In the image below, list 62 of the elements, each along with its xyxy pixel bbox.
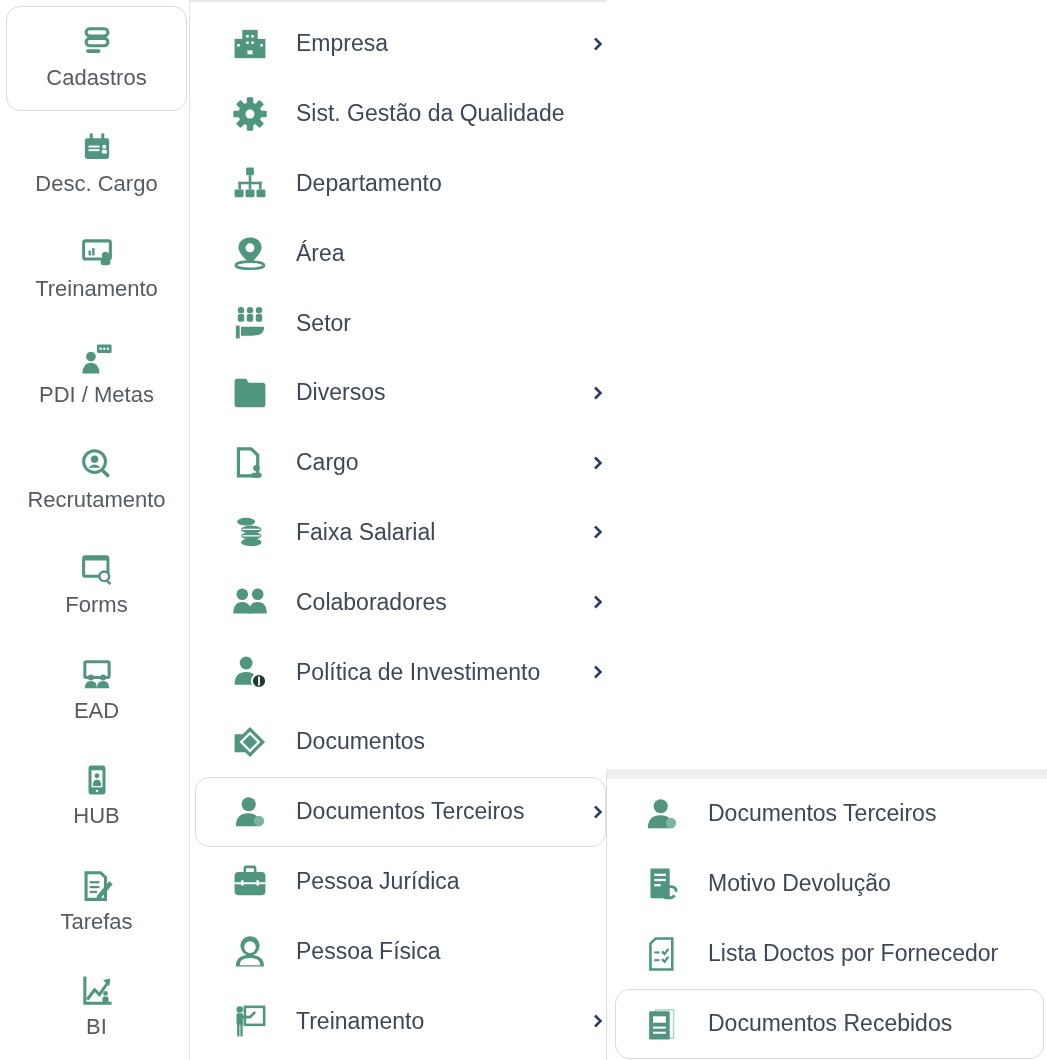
sidebar-label: Cadastros <box>46 65 147 92</box>
map-pin-icon <box>232 235 268 272</box>
sidebar-label: Recrutamento <box>27 487 166 514</box>
menu-label: Setor <box>296 309 351 337</box>
sidebar-label: HUB <box>73 803 120 830</box>
menu-label: Política de Investimento <box>296 658 541 686</box>
menu-item[interactable]: Documentos <box>195 706 606 777</box>
submenu-label: Documentos Terceiros <box>708 800 937 828</box>
sidebar-item[interactable]: Cadastros <box>6 6 187 111</box>
submenu-item[interactable]: Documentos Recebidos <box>615 988 1044 1059</box>
menu-label: Pessoa Física <box>296 937 441 965</box>
menu-item[interactable]: Pessoa Física <box>195 916 606 987</box>
submenu-label: Lista Doctos por Fornecedor <box>708 940 999 968</box>
menu-label: Pessoa Jurídica <box>296 867 460 895</box>
sidebar-item[interactable]: Tarefas <box>6 849 187 955</box>
menu-label: Colaboradores <box>296 588 447 616</box>
menu-item[interactable]: Política de Investimento <box>195 637 606 707</box>
sidebar-item[interactable]: BI <box>6 954 187 1060</box>
menu-item[interactable]: Colaboradores <box>195 567 606 638</box>
menu-item[interactable]: Área <box>195 218 606 289</box>
menu-label: Empresa <box>296 30 389 58</box>
menu-item[interactable]: Cargo <box>195 427 606 498</box>
sidebar-item[interactable]: Treinamento <box>6 216 187 322</box>
menu-label: Departamento <box>296 170 442 197</box>
menu-label: Diversos <box>296 379 386 407</box>
menu-item[interactable]: Departamento <box>195 148 606 219</box>
sidebar-label: PDI / Metas <box>39 381 154 408</box>
menu-label: Área <box>296 239 345 267</box>
sidebar-item[interactable]: PDI / Metas <box>6 321 187 428</box>
submenu-item[interactable]: Motivo Devolução <box>615 848 1044 919</box>
sidebar-item[interactable]: EAD <box>6 638 187 744</box>
menu-item[interactable]: Empresa <box>195 9 606 79</box>
menu-label: Documentos Terceiros <box>296 798 525 826</box>
submenu-label: Motivo Devolução <box>708 870 891 898</box>
sidebar-label: BI <box>86 1014 107 1041</box>
menu-item[interactable]: Diversos <box>195 358 606 428</box>
menu-item[interactable]: Treinamento <box>195 986 606 1056</box>
menu-item[interactable]: Documentos Terceiros <box>195 776 606 847</box>
person-chat-icon <box>79 341 114 376</box>
menu-label: Sist. Gestão da Qualidade <box>296 100 565 128</box>
sidebar-label: Treinamento <box>35 276 158 303</box>
sidebar-label: Desc. Cargo <box>35 170 158 197</box>
menu-label: Documentos <box>296 728 426 756</box>
window-search-icon <box>79 552 114 587</box>
submenu-label: Documentos Recebidos <box>708 1010 953 1038</box>
menu-label: Faixa Salarial <box>296 518 436 546</box>
menu-item[interactable]: Pessoa Jurídica <box>195 846 606 917</box>
sidebar-item[interactable]: Recrutamento <box>6 427 187 533</box>
menu-item[interactable]: Faixa Salarial <box>195 497 606 568</box>
sidebar-label: Tarefas <box>60 908 133 935</box>
sidebar-item[interactable]: Desc. Cargo <box>6 110 187 217</box>
sidebar-item[interactable]: HUB <box>6 743 187 850</box>
menu-label: Cargo <box>296 449 359 477</box>
settings-icon <box>232 95 268 132</box>
sidebar-label: Forms <box>65 592 128 619</box>
sidebar-item[interactable]: Forms <box>6 532 187 639</box>
submenu-item[interactable]: Documentos Terceiros <box>615 778 1044 849</box>
menu-item[interactable]: Sist. Gestão da Qualidade <box>195 78 606 149</box>
menu-item[interactable]: Setor <box>195 288 606 358</box>
submenu-item[interactable]: Lista Doctos por Fornecedor <box>615 918 1044 989</box>
menu-label: Treinamento <box>296 1007 425 1035</box>
sidebar-label: EAD <box>73 697 120 724</box>
